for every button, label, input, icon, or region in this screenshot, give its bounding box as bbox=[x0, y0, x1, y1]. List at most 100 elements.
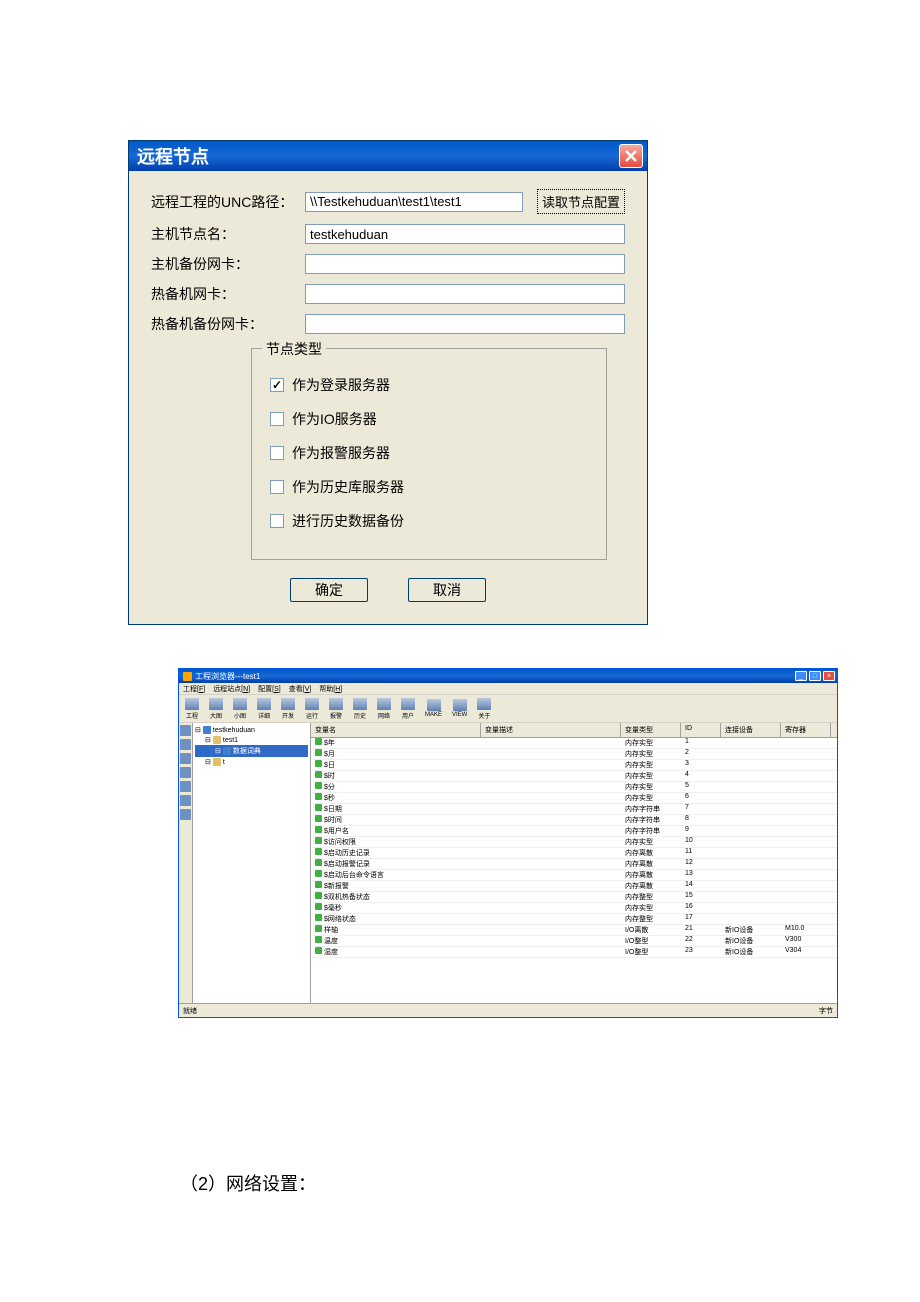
tool-大图[interactable]: 大图 bbox=[207, 697, 225, 721]
table-row[interactable]: $日内存实型3 bbox=[311, 760, 837, 771]
close-icon[interactable] bbox=[619, 144, 643, 168]
sidebar-tab-2[interactable] bbox=[180, 739, 191, 750]
list-panel: 变量名 变量描述 变量类型 ID 连接设备 寄存器 $年内存实型1$月内存实型2… bbox=[311, 723, 837, 1003]
tree-item[interactable]: ⊟数据词典 bbox=[195, 745, 308, 757]
host-label: 主机节点名： bbox=[151, 224, 299, 244]
io-server-checkbox[interactable] bbox=[270, 412, 284, 426]
section-caption: （2）网络设置： bbox=[180, 1170, 316, 1196]
col-desc[interactable]: 变量描述 bbox=[481, 723, 621, 737]
history-backup-label: 进行历史数据备份 bbox=[292, 511, 404, 531]
tree-item[interactable]: ⊟testkehuduan bbox=[195, 725, 308, 735]
menu-h[interactable]: 帮助[H] bbox=[319, 684, 342, 694]
menu-s[interactable]: 配置[S] bbox=[258, 684, 281, 694]
col-type[interactable]: 变量类型 bbox=[621, 723, 681, 737]
host-backup-nic-input[interactable] bbox=[305, 254, 625, 274]
project-browser-window: 工程浏览器---test1 _ □ × 工程[F] 远程站点[N] 配置[S] 查看[… bbox=[178, 668, 838, 1018]
table-row[interactable]: $新报警内存离散14 bbox=[311, 881, 837, 892]
table-row[interactable]: $日期内存字符串7 bbox=[311, 804, 837, 815]
tool-用户[interactable]: 用户 bbox=[399, 697, 417, 721]
tool-工程[interactable]: 工程 bbox=[183, 697, 201, 721]
table-row[interactable]: $启动报警记录内存离散12 bbox=[311, 859, 837, 870]
dialog-body: 远程工程的UNC路径： 读取节点配置 主机节点名： 主机备份网卡： 热备机网卡：… bbox=[129, 171, 647, 624]
remote-node-dialog: 远程节点 远程工程的UNC路径： 读取节点配置 主机节点名： 主机备份网卡： 热… bbox=[128, 140, 648, 625]
tool-开发[interactable]: 开发 bbox=[279, 697, 297, 721]
unc-input[interactable] bbox=[305, 192, 523, 212]
app-title: 工程浏览器---test1 bbox=[195, 671, 260, 682]
table-row[interactable]: $月内存实型2 bbox=[311, 749, 837, 760]
tree-item[interactable]: ⊟test1 bbox=[195, 735, 308, 745]
table-row[interactable]: 样轴I/O离散21新IO设备M10.0 bbox=[311, 925, 837, 936]
table-row[interactable]: $分内存实型5 bbox=[311, 782, 837, 793]
history-backup-checkbox[interactable] bbox=[270, 514, 284, 528]
menubar: 工程[F] 远程站点[N] 配置[S] 查看[V] 帮助[H] bbox=[179, 683, 837, 695]
col-device[interactable]: 连接设备 bbox=[721, 723, 781, 737]
unc-label: 远程工程的UNC路径： bbox=[151, 192, 299, 212]
table-row[interactable]: 温度I/O整型22新IO设备V300 bbox=[311, 936, 837, 947]
table-row[interactable]: $时间内存字符串8 bbox=[311, 815, 837, 826]
table-row[interactable]: 湿度I/O整型23新IO设备V304 bbox=[311, 947, 837, 958]
table-row[interactable]: $秒内存实型6 bbox=[311, 793, 837, 804]
table-row[interactable]: $双机热备状态内存整型15 bbox=[311, 892, 837, 903]
tool-报警[interactable]: 报警 bbox=[327, 697, 345, 721]
sidebar-tab-7[interactable] bbox=[180, 809, 191, 820]
window-close-icon[interactable]: × bbox=[823, 671, 835, 681]
statusbar: 就绪 字节 bbox=[179, 1003, 837, 1017]
table-row[interactable]: $启动后台命令语言内存离散13 bbox=[311, 870, 837, 881]
app-icon bbox=[183, 672, 192, 681]
tool-小图[interactable]: 小图 bbox=[231, 697, 249, 721]
col-reg[interactable]: 寄存器 bbox=[781, 723, 831, 737]
dialog-title: 远程节点 bbox=[137, 143, 209, 169]
tool-历史[interactable]: 历史 bbox=[351, 697, 369, 721]
sidebar-tab-1[interactable] bbox=[180, 725, 191, 736]
node-type-fieldset: 节点类型 作为登录服务器 作为IO服务器 作为报警服务器 作为历史库服务器 进行… bbox=[251, 348, 607, 560]
tool-网络[interactable]: 网络 bbox=[375, 697, 393, 721]
table-row[interactable]: $访问权限内存实型10 bbox=[311, 837, 837, 848]
sidebar bbox=[179, 723, 193, 1003]
menu-f[interactable]: 工程[F] bbox=[183, 684, 205, 694]
menu-n[interactable]: 远程站点[N] bbox=[213, 684, 250, 694]
table-row[interactable]: $网络状态内存整型17 bbox=[311, 914, 837, 925]
standby-backup-nic-input[interactable] bbox=[305, 314, 625, 334]
standby-backup-nic-label: 热备机备份网卡： bbox=[151, 314, 299, 334]
tool-详细[interactable]: 详细 bbox=[255, 697, 273, 721]
tree-item[interactable]: ⊟t bbox=[195, 757, 308, 767]
table-row[interactable]: $毫秒内存实型16 bbox=[311, 903, 837, 914]
read-config-button[interactable]: 读取节点配置 bbox=[537, 189, 625, 214]
table-row[interactable]: $年内存实型1 bbox=[311, 738, 837, 749]
table-row[interactable]: $时内存实型4 bbox=[311, 771, 837, 782]
host-input[interactable] bbox=[305, 224, 625, 244]
app-titlebar: 工程浏览器---test1 _ □ × bbox=[179, 669, 837, 683]
col-id[interactable]: ID bbox=[681, 723, 721, 737]
tool-运行[interactable]: 运行 bbox=[303, 697, 321, 721]
table-row[interactable]: $用户名内存字符串9 bbox=[311, 826, 837, 837]
status-cap: 字节 bbox=[819, 1006, 833, 1016]
sidebar-tab-3[interactable] bbox=[180, 753, 191, 764]
status-text: 就绪 bbox=[183, 1006, 197, 1016]
menu-v[interactable]: 查看[V] bbox=[289, 684, 312, 694]
tool-关于[interactable]: 关于 bbox=[475, 697, 493, 721]
toolbar: 工程大图小图详细开发运行报警历史网络用户 MAKE VIEW 关于 bbox=[179, 695, 837, 723]
history-server-checkbox[interactable] bbox=[270, 480, 284, 494]
cancel-button[interactable]: 取消 bbox=[408, 578, 486, 602]
standby-nic-label: 热备机网卡： bbox=[151, 284, 299, 304]
tree-panel: ⊟testkehuduan⊟test1⊟数据词典⊟t bbox=[193, 723, 311, 1003]
minimize-icon[interactable]: _ bbox=[795, 671, 807, 681]
alarm-server-checkbox[interactable] bbox=[270, 446, 284, 460]
col-name[interactable]: 变量名 bbox=[311, 723, 481, 737]
sidebar-tab-5[interactable] bbox=[180, 781, 191, 792]
maximize-icon[interactable]: □ bbox=[809, 671, 821, 681]
sidebar-tab-4[interactable] bbox=[180, 767, 191, 778]
login-server-label: 作为登录服务器 bbox=[292, 375, 390, 395]
fieldset-legend: 节点类型 bbox=[262, 339, 326, 359]
tool-MAKE[interactable]: MAKE bbox=[423, 698, 444, 719]
list-header: 变量名 变量描述 变量类型 ID 连接设备 寄存器 bbox=[311, 723, 837, 738]
alarm-server-label: 作为报警服务器 bbox=[292, 443, 390, 463]
ok-button[interactable]: 确定 bbox=[290, 578, 368, 602]
tool-VIEW[interactable]: VIEW bbox=[450, 698, 469, 719]
dialog-titlebar: 远程节点 bbox=[129, 141, 647, 171]
sidebar-tab-6[interactable] bbox=[180, 795, 191, 806]
login-server-checkbox[interactable] bbox=[270, 378, 284, 392]
history-server-label: 作为历史库服务器 bbox=[292, 477, 404, 497]
table-row[interactable]: $启动历史记录内存离散11 bbox=[311, 848, 837, 859]
standby-nic-input[interactable] bbox=[305, 284, 625, 304]
